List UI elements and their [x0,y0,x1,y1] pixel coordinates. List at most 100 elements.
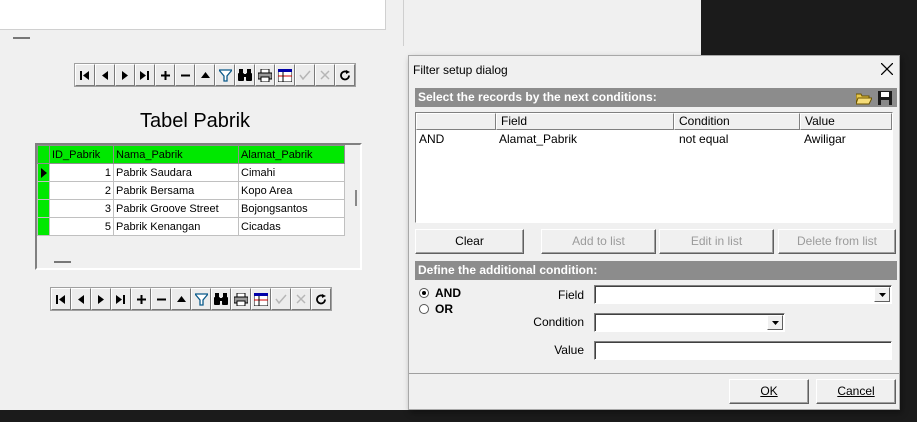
find-icon[interactable] [235,64,255,86]
cancel-icon[interactable] [315,64,335,86]
radio-or[interactable]: OR [419,302,453,316]
refresh-icon[interactable] [311,288,331,310]
splitter-mark [13,37,30,39]
value-label: Value [554,343,584,357]
grid-indicator-header [37,145,50,164]
table-row[interactable]: 1 Pabrik Saudara Cimahi [37,163,345,182]
delete-icon[interactable] [175,64,195,86]
cell-alamat[interactable]: Cimahi [238,163,345,182]
cancel-button-label: Cancel [837,384,875,398]
next-icon[interactable] [115,64,135,86]
edit-in-list-button[interactable]: Edit in list [659,229,774,254]
table-row[interactable]: 2 Pabrik Bersama Kopo Area [37,181,345,200]
insert-icon[interactable] [155,64,175,86]
navigator-bottom [50,287,332,311]
field-label: Field [557,288,584,302]
last-icon[interactable] [135,64,155,86]
dialog-title: Filter setup dialog [413,63,508,77]
next-icon[interactable] [91,288,111,310]
condition-type[interactable]: not equal [679,132,728,146]
prior-icon[interactable] [71,288,91,310]
column-header-alamat[interactable]: Alamat_Pabrik [238,145,345,164]
current-row-indicator [37,163,50,182]
table-row[interactable]: 3 Pabrik Groove Street Bojongsantos [37,199,345,218]
table-row[interactable]: 5 Pabrik Kenangan Cicadas [37,217,345,236]
conditions-list[interactable]: Field Condition Value AND Alamat_Pabrik … [415,112,893,223]
row-indicator [37,199,50,218]
divider [403,0,404,46]
post-icon[interactable] [295,64,315,86]
radio-or-dot[interactable] [419,304,429,314]
value-input[interactable] [594,341,892,360]
data-grid[interactable]: ID_Pabrik Nama_Pabrik Alamat_Pabrik 1 Pa… [35,143,362,270]
row-indicator [37,217,50,236]
filter-icon[interactable] [215,64,235,86]
row-indicator [37,181,50,200]
field-combo[interactable] [594,285,892,304]
open-folder-icon[interactable] [855,89,873,107]
radio-and-label: AND [435,286,461,300]
band-toolbar [855,89,894,107]
dialog-separator [409,373,899,374]
find-icon[interactable] [211,288,231,310]
grid-icon[interactable] [275,64,295,86]
grid-header: ID_Pabrik Nama_Pabrik Alamat_Pabrik [37,145,345,164]
insert-icon[interactable] [131,288,151,310]
cell-id[interactable]: 5 [49,217,114,236]
cell-alamat[interactable]: Bojongsantos [238,199,345,218]
cell-id[interactable]: 1 [49,163,114,182]
condition-combo[interactable] [594,313,785,332]
print-icon[interactable] [231,288,251,310]
print-icon[interactable] [255,64,275,86]
grid-icon[interactable] [251,288,271,310]
delete-from-list-button[interactable]: Delete from list [778,229,896,254]
condition-label: Condition [533,315,584,329]
cell-id[interactable]: 3 [49,199,114,218]
radio-or-label: OR [435,302,453,316]
clear-button[interactable]: Clear [415,229,524,254]
cell-alamat[interactable]: Cicadas [238,217,345,236]
records-band: Select the records by the next condition… [415,88,897,107]
edit-icon[interactable] [171,288,191,310]
edit-icon[interactable] [195,64,215,86]
radio-and-dot[interactable] [419,288,429,298]
navigator-top [74,63,356,87]
refresh-icon[interactable] [335,64,355,86]
post-icon[interactable] [271,288,291,310]
filter-dialog: Filter setup dialog Select the records b… [408,55,900,410]
close-icon[interactable] [877,59,897,79]
cell-id[interactable]: 2 [49,181,114,200]
column-header-nama[interactable]: Nama_Pabrik [113,145,239,164]
condition-op[interactable]: AND [419,132,444,146]
list-header-field[interactable]: Field [496,113,674,130]
condition-field[interactable]: Alamat_Pabrik [499,132,577,146]
delete-icon[interactable] [151,288,171,310]
prior-icon[interactable] [95,64,115,86]
list-header-op[interactable] [416,113,496,130]
cell-nama[interactable]: Pabrik Bersama [113,181,239,200]
page-title: Tabel Pabrik [139,110,251,132]
last-icon[interactable] [111,288,131,310]
save-icon[interactable] [876,89,894,107]
top-panel [0,0,386,30]
cell-alamat[interactable]: Kopo Area [238,181,345,200]
column-header-id[interactable]: ID_Pabrik [49,145,114,164]
cancel-icon[interactable] [291,288,311,310]
first-icon[interactable] [51,288,71,310]
filter-icon[interactable] [191,288,211,310]
add-to-list-button[interactable]: Add to list [541,229,656,254]
first-icon[interactable] [75,64,95,86]
radio-and[interactable]: AND [419,286,461,300]
list-header-value[interactable]: Value [800,113,892,130]
list-header-condition[interactable]: Condition [674,113,800,130]
cancel-button[interactable]: Cancel [816,379,896,404]
condition-value[interactable]: Awiligar [804,132,846,146]
chevron-down-icon[interactable] [767,315,783,330]
cell-nama[interactable]: Pabrik Saudara [113,163,239,182]
grid-splitter-mark [54,261,71,263]
cell-nama[interactable]: Pabrik Kenangan [113,217,239,236]
chevron-down-icon[interactable] [874,287,890,302]
cell-nama[interactable]: Pabrik Groove Street [113,199,239,218]
ok-button[interactable]: OK [729,379,809,404]
grid-scrollbar[interactable] [355,190,357,206]
